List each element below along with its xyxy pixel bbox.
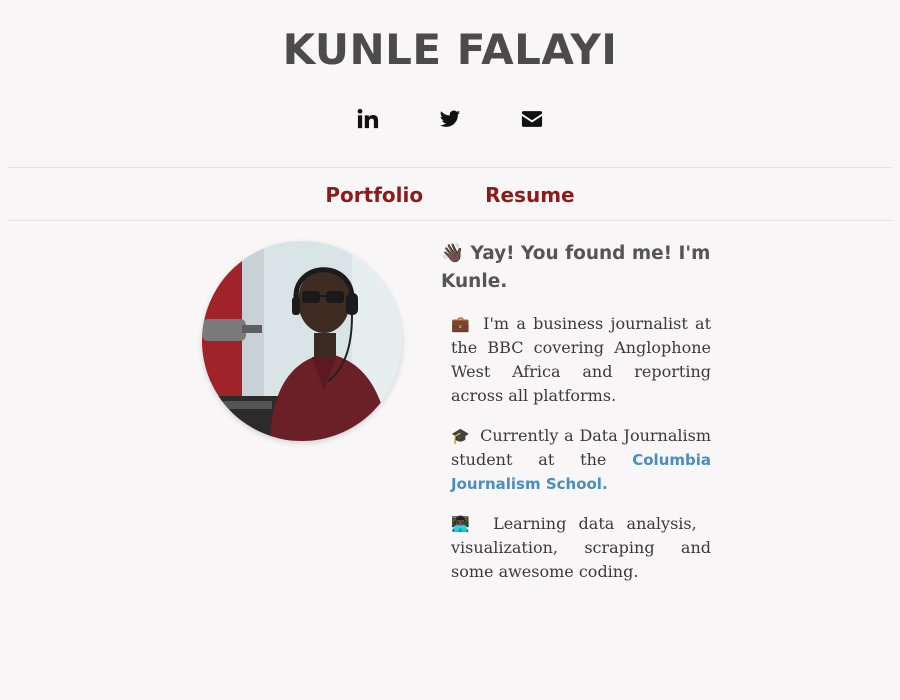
greeting-text: Yay! You found me! I'm Kunle. <box>441 243 711 292</box>
bio-paragraph: 💼 I'm a business journalist at the BBC c… <box>451 312 711 408</box>
envelope-icon <box>521 111 543 127</box>
social-links <box>0 108 900 130</box>
briefcase-icon: 💼 <box>451 315 472 333</box>
bio-paragraph: 🎓 Currently a Data Journalism student at… <box>451 424 711 496</box>
greeting-heading: 👋🏿 Yay! You found me! I'm Kunle. <box>441 240 711 296</box>
email-link[interactable] <box>521 108 543 130</box>
linkedin-link[interactable] <box>357 108 379 130</box>
nav-portfolio[interactable]: Portfolio <box>325 183 423 207</box>
site-title: KUNLE FALAYI <box>282 25 618 74</box>
profile-photo <box>202 241 402 441</box>
graduation-cap-icon: 🎓 <box>451 427 471 445</box>
main-nav: Portfolio Resume <box>8 167 892 221</box>
avatar <box>202 241 402 441</box>
bio-text: I'm a business journalist at the BBC cov… <box>451 314 711 405</box>
nav-resume[interactable]: Resume <box>485 183 575 207</box>
bio-text: Learning data analysis, visualization, s… <box>451 514 711 581</box>
bio-paragraph: 👨🏿‍💻 Learning data analysis, visualizati… <box>451 512 711 584</box>
waving-hand-icon: 👋🏿 <box>441 243 465 264</box>
intro: 👋🏿 Yay! You found me! I'm Kunle. 💼 I'm a… <box>441 240 711 600</box>
linkedin-icon <box>357 108 379 129</box>
twitter-icon <box>439 110 461 127</box>
twitter-link[interactable] <box>439 108 461 130</box>
technologist-icon: 👨🏿‍💻 <box>451 515 477 533</box>
